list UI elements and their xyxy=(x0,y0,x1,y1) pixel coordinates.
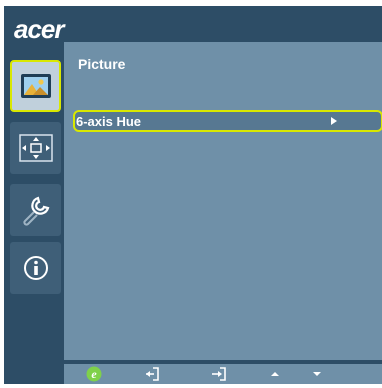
info-icon xyxy=(23,256,48,280)
picture-panel: Picture 6-axis Hue xyxy=(64,42,382,360)
svg-text:e: e xyxy=(91,367,97,381)
sidebar-item-settings[interactable] xyxy=(10,184,61,236)
menu-item-label: 6-axis Hue xyxy=(76,114,142,129)
button-bar: e xyxy=(64,364,382,384)
acer-logo: acer xyxy=(14,14,64,44)
down-arrow-icon[interactable] xyxy=(309,366,325,382)
osd-menu: acer Picture 6-axis Hue e xyxy=(4,6,382,384)
enter-icon[interactable] xyxy=(144,366,160,382)
up-arrow-icon[interactable] xyxy=(267,366,283,382)
picture-icon xyxy=(20,74,51,98)
position-icon xyxy=(18,134,53,162)
empowering-icon[interactable]: e xyxy=(86,366,102,382)
sidebar-item-picture[interactable] xyxy=(10,60,61,112)
panel-title: Picture xyxy=(78,56,126,72)
submenu-arrow-icon xyxy=(331,117,337,125)
sidebar-item-position[interactable] xyxy=(10,122,61,174)
settings-wrench-icon xyxy=(22,196,49,226)
menu-item-6-axis-hue[interactable]: 6-axis Hue xyxy=(73,110,382,132)
exit-icon[interactable] xyxy=(211,366,227,382)
sidebar-item-information[interactable] xyxy=(10,242,61,294)
